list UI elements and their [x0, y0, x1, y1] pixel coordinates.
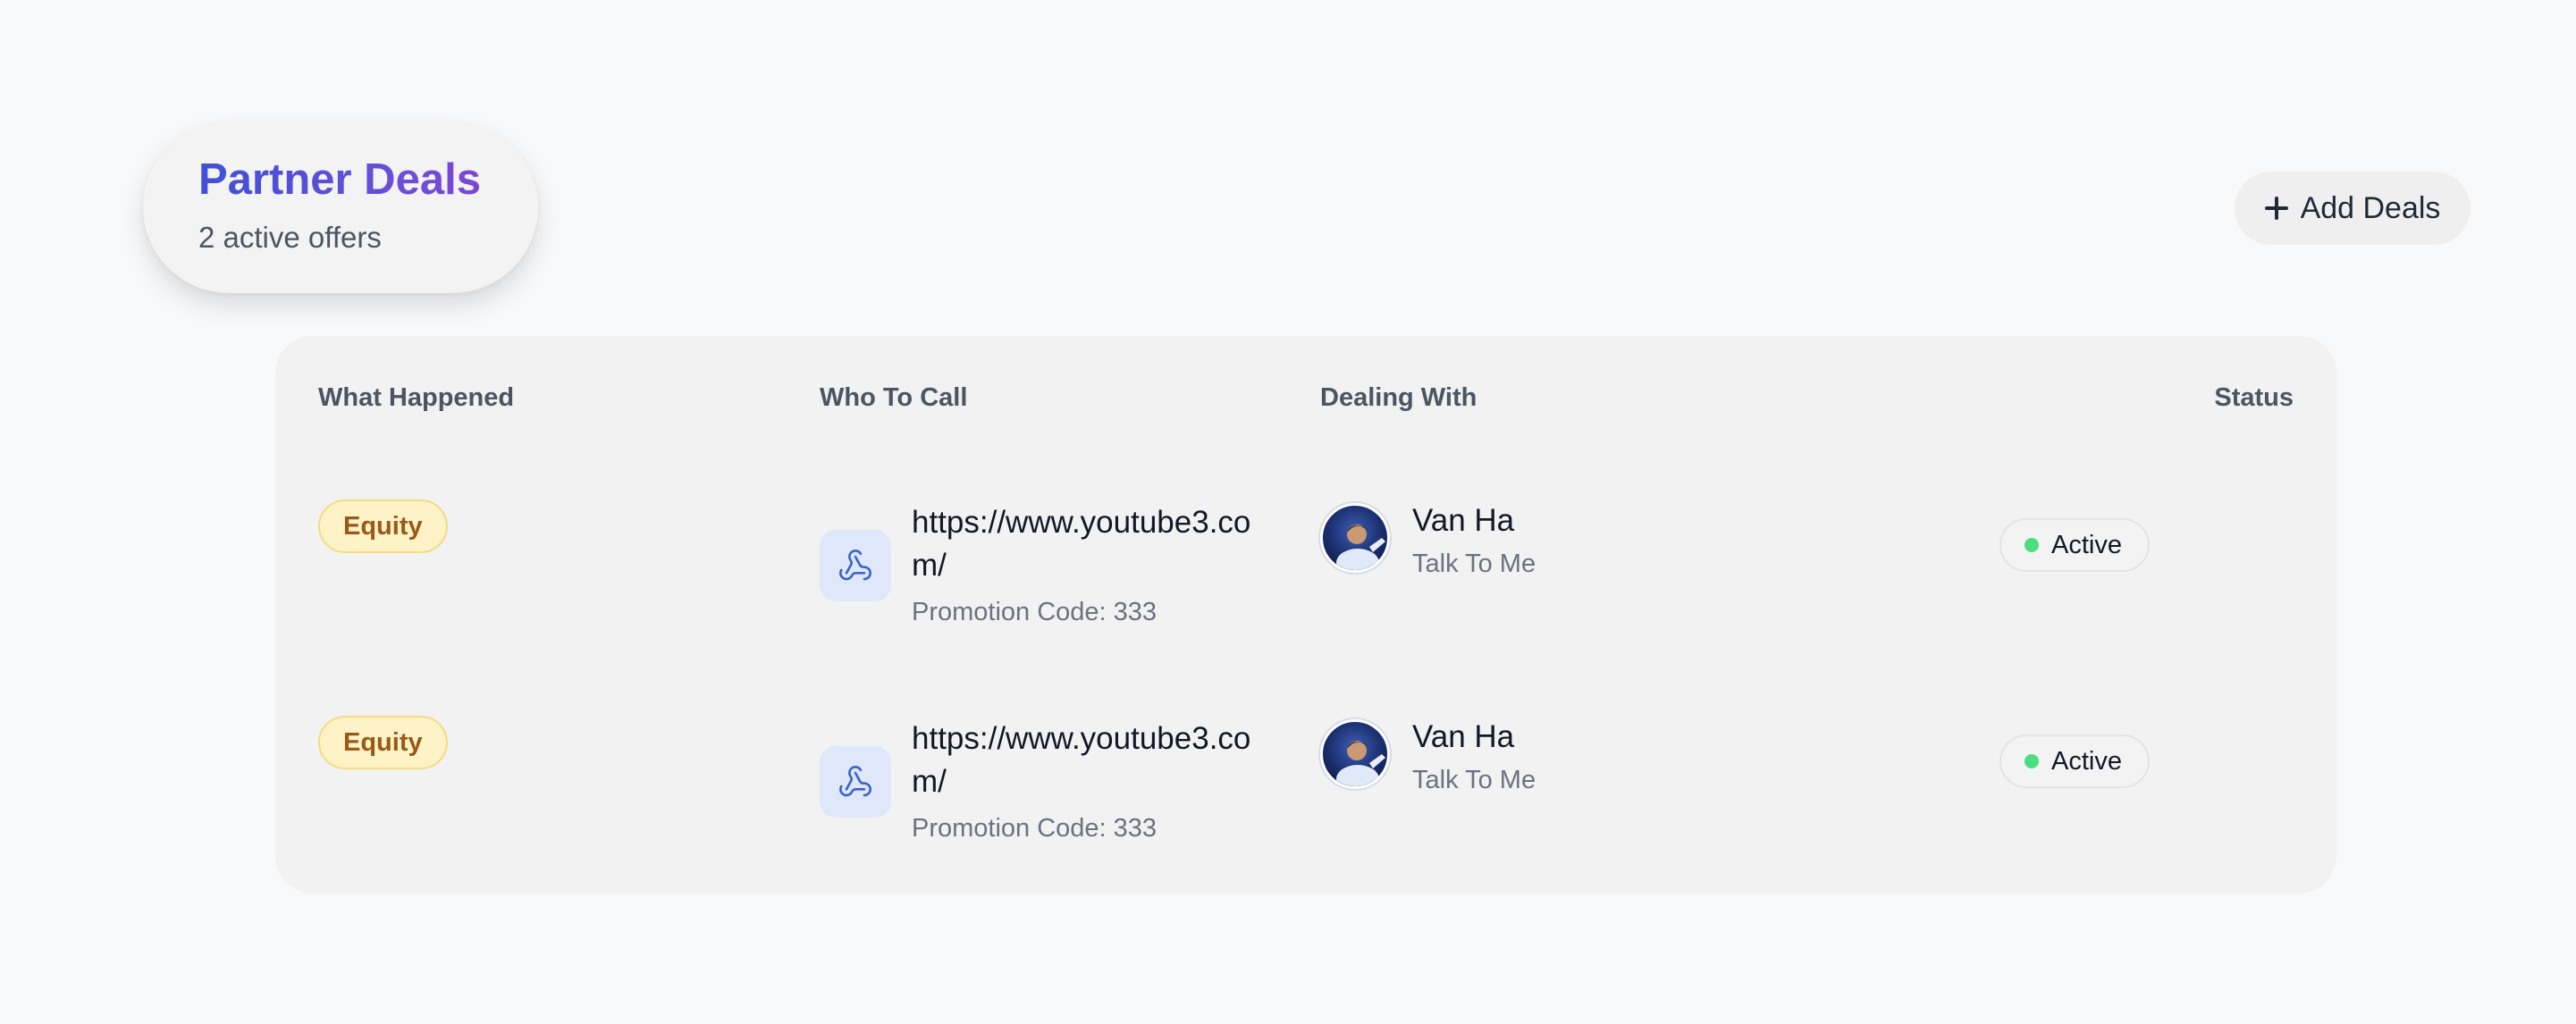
deal-link[interactable]: https://www.youtube3.com/	[912, 501, 1280, 587]
column-header-what-happened: What Happened	[318, 383, 515, 412]
deal-type-badge: Equity	[318, 499, 448, 553]
status-label: Active	[2051, 746, 2122, 776]
table-row[interactable]: Equity https://www.youtube3.com/ Promoti…	[275, 494, 2336, 673]
status-badge: Active	[1999, 734, 2150, 788]
page-header: Partner Deals 2 active offers	[143, 122, 538, 293]
plus-icon	[2264, 197, 2288, 220]
status-dot-icon	[2025, 538, 2039, 552]
avatar	[1320, 503, 1390, 573]
contact-role: Talk To Me	[1412, 766, 1536, 794]
table-row[interactable]: Equity https://www.youtube3.com/ Promoti…	[275, 710, 2336, 889]
page-title: Partner Deals	[198, 154, 538, 206]
webhook-icon	[820, 746, 891, 818]
contact-name: Van Ha	[1412, 719, 1515, 754]
promo-code: Promotion Code: 333	[912, 814, 1158, 843]
avatar	[1320, 719, 1390, 789]
add-deals-label: Add Deals	[2300, 190, 2441, 225]
status-badge: Active	[1999, 518, 2150, 572]
add-deals-button[interactable]: Add Deals	[2235, 172, 2471, 245]
column-header-status: Status	[2214, 383, 2294, 412]
webhook-icon	[820, 530, 891, 601]
page-subtitle: 2 active offers	[198, 220, 382, 254]
contact-role: Talk To Me	[1412, 550, 1536, 578]
promo-code: Promotion Code: 333	[912, 598, 1158, 626]
page: Partner Deals 2 active offers Add Deals …	[0, 0, 2576, 1024]
status-dot-icon	[2025, 754, 2039, 768]
status-label: Active	[2051, 530, 2122, 559]
column-header-who-to-call: Who To Call	[820, 383, 968, 412]
column-header-dealing-with: Dealing With	[1320, 383, 1477, 412]
contact-name: Van Ha	[1412, 503, 1515, 538]
deal-link[interactable]: https://www.youtube3.com/	[912, 718, 1280, 803]
deals-table: What Happened Who To Call Dealing With S…	[275, 336, 2336, 894]
deal-type-badge: Equity	[318, 716, 448, 769]
